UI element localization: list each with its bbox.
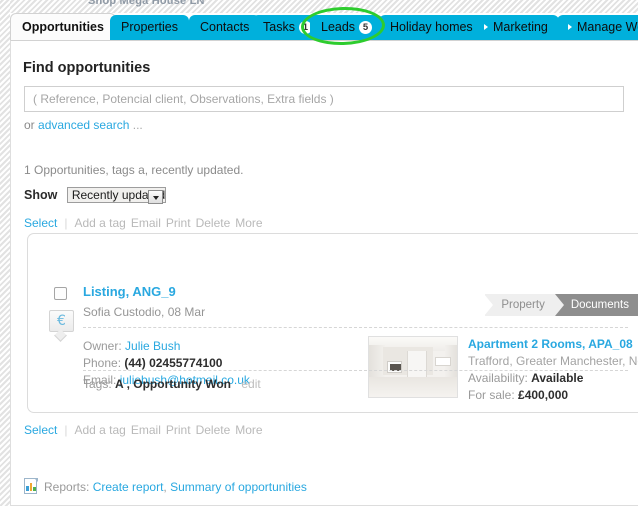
reports-row: Reports: Create report, Summary of oppor…	[24, 478, 307, 494]
card-divider	[83, 327, 628, 328]
availability-value: Available	[531, 371, 584, 385]
chevron-right-icon	[568, 24, 572, 30]
action-divider: |	[64, 216, 68, 230]
page-title: Find opportunities	[23, 60, 151, 76]
main-tab-bar: Opportunities Properties Contacts Tasks 1…	[0, 13, 638, 40]
property-thumbnail[interactable]	[368, 336, 458, 398]
show-filter-row: Show Recently updated	[24, 186, 167, 208]
action-delete[interactable]: Delete	[196, 423, 231, 437]
tab-label: Contacts	[200, 20, 250, 34]
owner-row: Owner: Julie Bush	[83, 338, 250, 355]
tab-opportunities[interactable]: Opportunities	[10, 13, 116, 40]
card-divider	[83, 370, 628, 371]
currency-tag-icon: €	[49, 310, 74, 342]
window-breadcrumb-partial: Shop Mega House LN	[88, 0, 205, 7]
select-all-link[interactable]: Select	[24, 423, 57, 437]
results-summary: 1 Opportunities, tags a, recently update…	[24, 163, 244, 177]
tab-holiday-homes[interactable]: Holiday homes	[379, 15, 484, 40]
card-tab-documents[interactable]: Documents	[553, 294, 638, 316]
tab-label: Tasks	[263, 20, 295, 34]
chevron-right-icon	[484, 24, 488, 30]
tab-leads[interactable]: Leads 5	[310, 15, 384, 40]
availability-row: Availability: Available	[468, 370, 638, 387]
price-label: For sale:	[468, 388, 515, 402]
tab-badge-count: 5	[359, 21, 373, 34]
property-title-link[interactable]: Apartment 2 Rooms, APA_08	[468, 336, 638, 353]
opportunity-title-link[interactable]: Listing, ANG_9	[83, 284, 176, 299]
tab-manage-web[interactable]: Manage Web	[557, 15, 638, 40]
bulk-actions-bottom: Select | Add a tag Email Print Delete More	[24, 423, 268, 437]
action-add-a-tag[interactable]: Add a tag	[74, 216, 125, 230]
tags-value: A , Opportunity Won	[115, 377, 232, 391]
report-chart-icon	[24, 478, 39, 494]
tab-marketing[interactable]: Marketing	[473, 15, 559, 40]
action-print[interactable]: Print	[166, 423, 191, 437]
action-more[interactable]: More	[235, 423, 262, 437]
chevron-down-icon[interactable]	[148, 190, 164, 204]
property-location: Trafford, Greater Manchester, North W	[468, 354, 638, 368]
tags-row: Tags: A , Opportunity Won edit	[83, 377, 261, 391]
action-email[interactable]: Email	[131, 216, 161, 230]
availability-label: Availability:	[468, 371, 528, 385]
opportunity-subtitle: Sofia Custodio, 08 Mar	[83, 305, 206, 319]
ellipsis: ...	[132, 118, 143, 132]
show-label: Show	[24, 188, 58, 202]
action-divider: |	[64, 423, 68, 437]
show-select[interactable]: Recently updated	[66, 187, 167, 204]
tags-edit-link[interactable]: edit	[241, 377, 260, 391]
show-select-wrapper[interactable]: Recently updated	[66, 186, 167, 204]
select-all-link[interactable]: Select	[24, 216, 57, 230]
tab-label: Marketing	[493, 20, 548, 34]
bulk-actions-top: Select | Add a tag Email Print Delete More	[24, 216, 268, 230]
card-tab-label: Documents	[570, 299, 629, 311]
opportunity-card: € Listing, ANG_9 Sofia Custodio, 08 Mar …	[27, 233, 638, 413]
action-print[interactable]: Print	[166, 216, 191, 230]
card-section-tabs: Property Documents	[484, 294, 638, 316]
tab-label: Opportunities	[22, 20, 104, 34]
search-input[interactable]	[24, 86, 624, 112]
tab-contacts[interactable]: Contacts	[189, 15, 261, 40]
owner-value[interactable]: Julie Bush	[125, 339, 180, 353]
tab-label: Properties	[121, 20, 178, 34]
phone-value: (44) 02455774100	[124, 356, 223, 370]
euro-symbol: €	[57, 313, 66, 329]
tab-label: Manage Web	[577, 20, 638, 34]
tab-label: Leads	[321, 20, 356, 34]
reports-separator: ,	[163, 480, 167, 494]
phone-label: Phone:	[83, 356, 122, 370]
or-label: or	[24, 118, 35, 132]
app-screen: Shop Mega House LN Opportunities Propert…	[0, 0, 638, 506]
tab-label: Holiday homes	[390, 20, 473, 34]
card-tab-label: Property	[501, 299, 545, 311]
tab-properties[interactable]: Properties	[110, 15, 189, 40]
tags-label: Tags:	[83, 377, 112, 391]
row-checkbox[interactable]	[54, 287, 67, 300]
owner-label: Owner:	[83, 339, 122, 353]
action-more[interactable]: More	[235, 216, 262, 230]
window-chrome-strip: Shop Mega House LN	[0, 0, 638, 13]
advanced-search-link[interactable]: advanced search	[38, 118, 129, 132]
advanced-search-row: or advanced search ...	[24, 118, 143, 132]
reports-label: Reports:	[44, 480, 90, 494]
price-row: For sale: £400,000	[468, 387, 638, 404]
action-email[interactable]: Email	[131, 423, 161, 437]
summary-of-opportunities-link[interactable]: Summary of opportunities	[170, 480, 307, 494]
create-report-link[interactable]: Create report	[93, 480, 164, 494]
card-tab-property[interactable]: Property	[484, 294, 565, 316]
action-delete[interactable]: Delete	[196, 216, 231, 230]
action-add-a-tag[interactable]: Add a tag	[74, 423, 125, 437]
opportunities-panel: Find opportunities or advanced search ..…	[10, 40, 638, 506]
price-value: £400,000	[518, 388, 569, 402]
page-left-gutter	[0, 0, 10, 506]
